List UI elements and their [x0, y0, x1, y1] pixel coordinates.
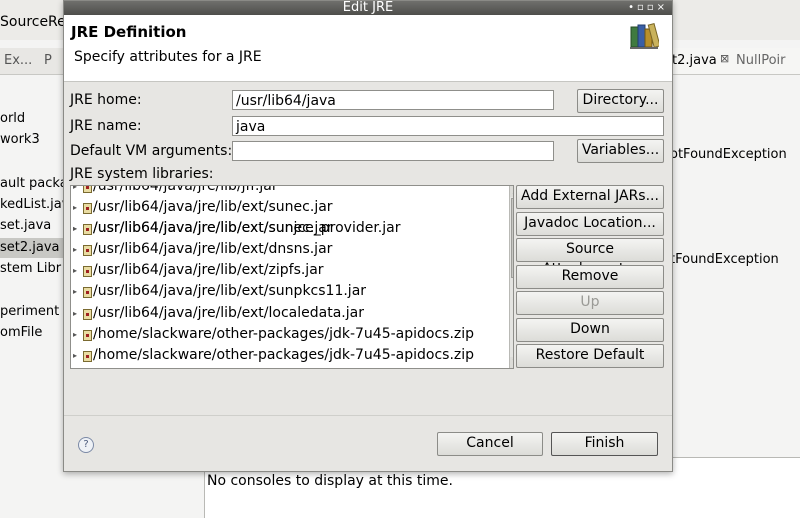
- package-explorer-tab[interactable]: Ex...: [0, 48, 70, 75]
- editor-tab-active[interactable]: t2.java: [672, 53, 717, 68]
- footer-separator: [64, 415, 672, 416]
- scrollbar-thumb[interactable]: [511, 198, 513, 278]
- down-button[interactable]: Down: [516, 318, 664, 342]
- close-tab-icon[interactable]: ⊠: [720, 52, 729, 65]
- jre-name-label: JRE name:: [70, 118, 142, 134]
- console-message: No consoles to display at this time.: [207, 473, 453, 489]
- tree-item[interactable]: stem Libr: [0, 259, 61, 279]
- tree-item[interactable]: ault packa: [0, 174, 68, 194]
- restore-default-button[interactable]: Restore Default: [516, 344, 664, 368]
- tree-item[interactable]: periment: [0, 302, 59, 322]
- dialog-window-title: Edit JRE: [342, 1, 394, 15]
- code-line: tFoundException: [670, 252, 779, 267]
- cancel-button[interactable]: Cancel: [437, 432, 543, 456]
- jar-icon: [83, 203, 92, 214]
- zip-icon: [83, 330, 92, 341]
- dialog-titlebar[interactable]: Edit JRE: [64, 1, 672, 15]
- zip-icon: [83, 351, 92, 362]
- library-books-icon: [630, 22, 659, 49]
- finish-button[interactable]: Finish: [551, 432, 658, 456]
- editor-tab-nullpointer[interactable]: NullPoir: [736, 53, 785, 68]
- window-controls[interactable]: •▫▫×: [628, 2, 668, 13]
- code-line: otFoundException: [670, 147, 787, 162]
- tree-item[interactable]: omFile: [0, 323, 42, 343]
- source-attachment-button[interactable]: Source Attachment...: [516, 238, 664, 277]
- tree-item[interactable]: orld: [0, 109, 25, 129]
- up-button[interactable]: Up: [516, 291, 664, 315]
- jre-libraries-list[interactable]: ▸/usr/lib64/java/jre/lib/jfr.jar ▸/usr/l…: [70, 185, 514, 369]
- javadoc-location-button[interactable]: Javadoc Location...: [516, 212, 664, 236]
- jar-icon: [83, 266, 92, 277]
- tree-item[interactable]: work3: [0, 130, 40, 150]
- help-icon[interactable]: ?: [78, 437, 94, 453]
- directory-button[interactable]: Directory...: [577, 89, 664, 113]
- header-subtitle: Specify attributes for a JRE: [74, 49, 262, 65]
- editor-tabs: t2.java ⊠ NullPoir: [660, 48, 800, 75]
- vm-args-label: Default VM arguments:: [70, 143, 233, 159]
- package-explorer-label: Ex...: [4, 53, 33, 68]
- add-external-jars-button[interactable]: Add External JARs...: [516, 185, 664, 209]
- jar-icon: [83, 186, 92, 193]
- jar-icon: [83, 224, 92, 235]
- libraries-label: JRE system libraries:: [70, 166, 214, 182]
- vm-args-input[interactable]: [232, 141, 554, 161]
- remove-button[interactable]: Remove: [516, 265, 664, 289]
- jar-icon: [83, 309, 92, 320]
- jre-name-input[interactable]: java: [232, 116, 664, 136]
- scroll-down-icon[interactable]: ▼: [510, 357, 513, 368]
- scroll-up-icon[interactable]: ▲: [510, 186, 513, 197]
- tree-item[interactable]: set.java: [0, 216, 51, 236]
- jar-icon: [83, 287, 92, 298]
- list-scrollbar[interactable]: ▲ ▼: [509, 186, 513, 368]
- jre-home-label: JRE home:: [70, 92, 142, 108]
- jar-icon: [83, 245, 92, 256]
- header-title: JRE Definition: [71, 23, 187, 41]
- tree-item[interactable]: kedList.jav: [0, 195, 69, 215]
- menu-source[interactable]: Source: [0, 14, 48, 30]
- edit-jre-dialog: Edit JRE •▫▫× JRE Definition Specify att…: [63, 0, 673, 472]
- second-tab-label[interactable]: P: [44, 53, 52, 68]
- variables-button[interactable]: Variables...: [577, 139, 664, 163]
- jre-home-input[interactable]: /usr/lib64/java: [232, 90, 554, 110]
- dialog-header: JRE Definition Specify attributes for a …: [64, 15, 672, 82]
- tree-item-selected[interactable]: set2.java: [0, 238, 63, 258]
